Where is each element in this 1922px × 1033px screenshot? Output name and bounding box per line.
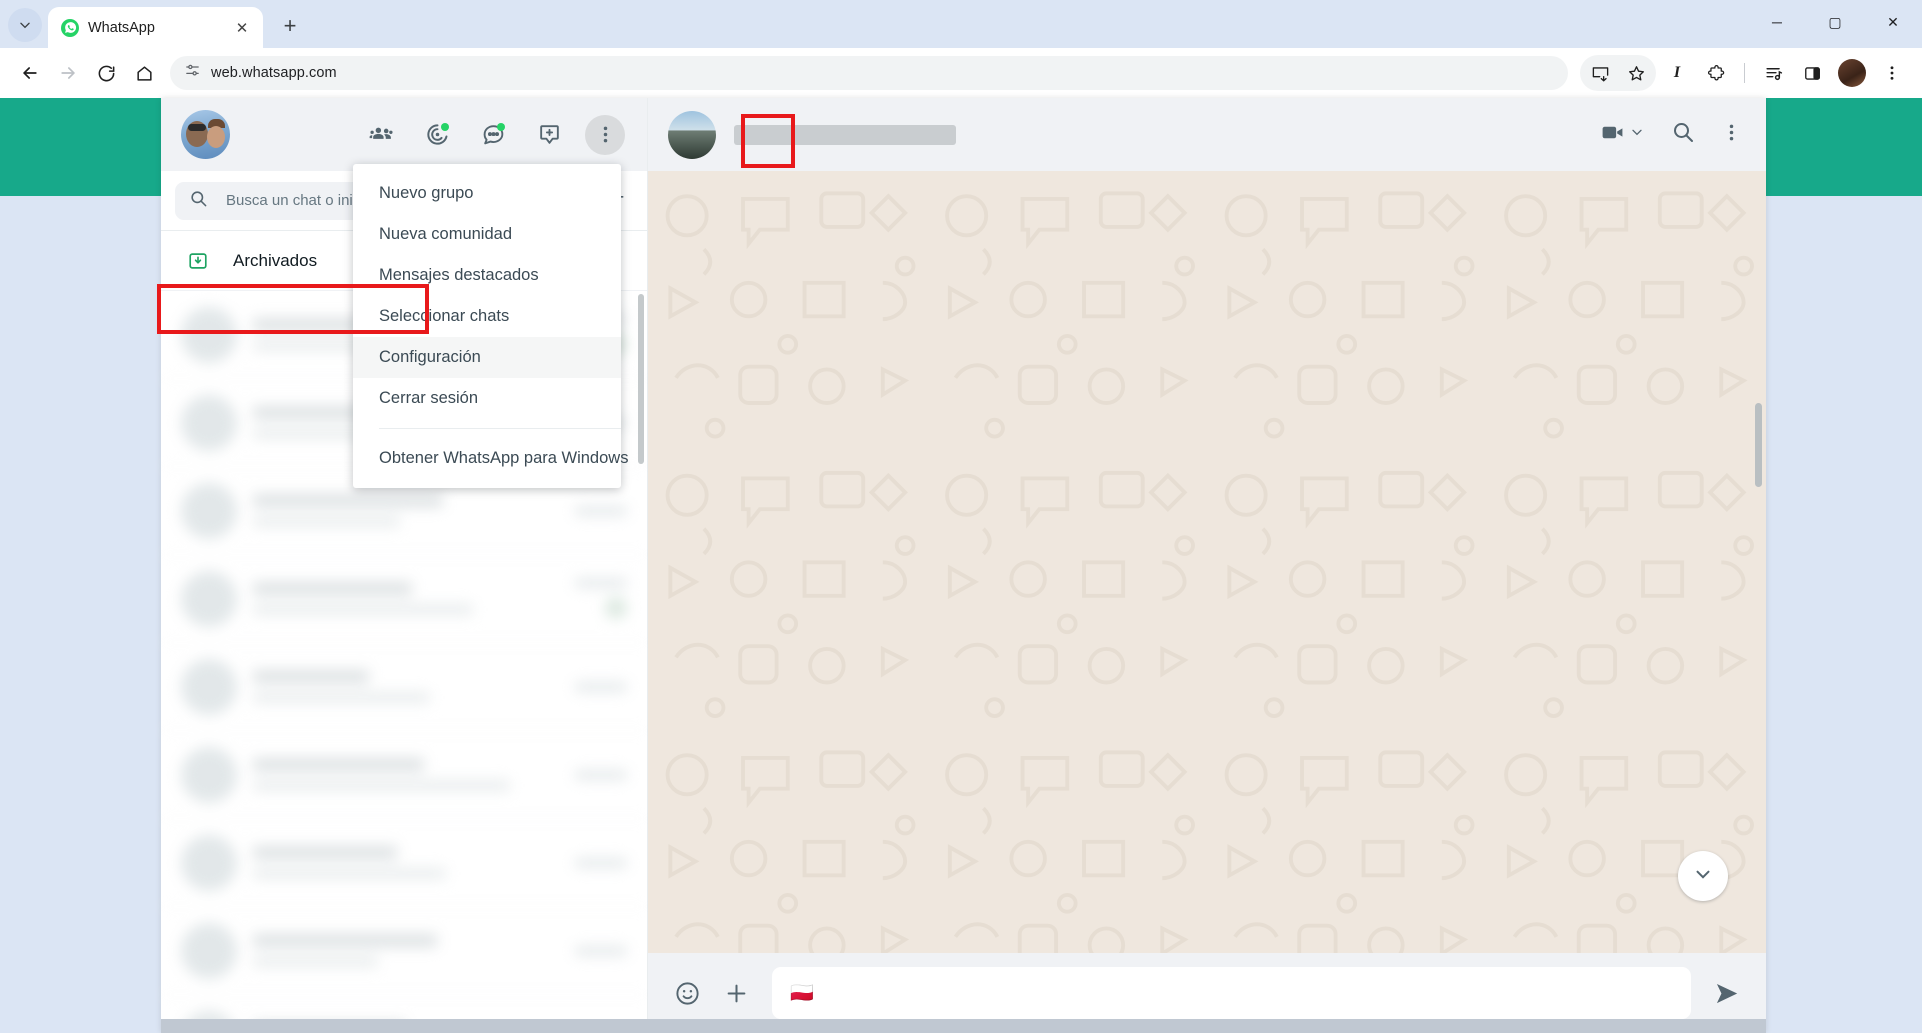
list-item[interactable] [161, 555, 647, 643]
tab-strip: WhatsApp ✕ + ─ ▢ ✕ [0, 0, 1922, 48]
conversation-header [648, 98, 1766, 171]
menu-item-nuevo-grupo[interactable]: Nuevo grupo [353, 173, 621, 214]
menu-icon[interactable] [585, 114, 625, 155]
media-list-icon[interactable] [1755, 55, 1791, 91]
archived-label: Archivados [233, 250, 318, 270]
forward-arrow-icon[interactable] [50, 55, 86, 91]
list-item[interactable] [161, 819, 647, 907]
chat-wallpaper [648, 171, 1766, 953]
back-arrow-icon[interactable] [12, 55, 48, 91]
star-icon[interactable] [1618, 55, 1654, 91]
options-menu: Nuevo grupo Nueva comunidad Mensajes des… [353, 164, 628, 488]
maximize-button[interactable]: ▢ [1806, 0, 1864, 44]
conversation-panel: 19/1/2024 Zauzmy [648, 98, 1766, 1033]
chat-list-panel: Busca un chat o inicia uno nuevo Archiva… [157, 98, 795, 1033]
video-call-button[interactable] [1600, 120, 1645, 150]
menu-item-mensajes-destacados[interactable]: Mensajes destacados [353, 255, 621, 296]
message-area[interactable]: 19/1/2024 Zauzmy [648, 171, 1766, 953]
message-area-scrollbar[interactable] [1755, 403, 1762, 487]
side-panel-icon[interactable] [1794, 55, 1830, 91]
new-chat-icon[interactable] [529, 115, 569, 155]
channels-badge-dot [497, 122, 505, 131]
tab-search-chevron-icon[interactable] [8, 8, 42, 42]
contact-name [734, 124, 956, 145]
menu-item-configuracion[interactable]: Configuración [353, 337, 621, 378]
reload-icon[interactable] [88, 55, 124, 91]
tune-icon[interactable] [184, 62, 201, 84]
list-item[interactable] [161, 907, 647, 995]
profile-avatar[interactable] [1838, 59, 1866, 87]
search-icon [189, 189, 208, 213]
menu-item-obtener-whatsapp-windows[interactable]: Obtener WhatsApp para Windows [353, 438, 628, 479]
menu-item-nueva-comunidad[interactable]: Nueva comunidad [353, 214, 621, 255]
toolbar-divider [1744, 63, 1745, 83]
send-arrow-icon[interactable] [1713, 980, 1740, 1007]
url-text: web.whatsapp.com [211, 65, 337, 81]
chevron-down-icon [1629, 124, 1645, 145]
conversation-search-icon[interactable] [1671, 120, 1695, 149]
user-avatar[interactable] [181, 110, 230, 159]
install-app-icon[interactable] [1582, 55, 1618, 91]
archive-icon [187, 250, 209, 272]
whatsapp-app: Busca un chat o inicia uno nuevo Archiva… [0, 98, 1922, 1033]
minimize-button[interactable]: ─ [1748, 0, 1806, 44]
close-icon[interactable]: ✕ [231, 17, 253, 39]
conversation-menu-icon[interactable] [1721, 122, 1742, 148]
menu-item-seleccionar-chats[interactable]: Seleccionar chats [353, 296, 621, 337]
conversation-header-actions [1600, 120, 1742, 150]
close-window-button[interactable]: ✕ [1864, 0, 1922, 44]
window-controls: ─ ▢ ✕ [1748, 0, 1922, 44]
list-item[interactable] [161, 731, 647, 819]
status-badge-dot [441, 122, 449, 131]
contact-avatar[interactable] [668, 110, 716, 159]
communities-icon[interactable] [361, 115, 401, 155]
channels-icon[interactable] [473, 115, 513, 155]
tab-title: WhatsApp [88, 19, 155, 36]
header-action-icons [361, 114, 625, 155]
status-icon[interactable] [417, 115, 457, 155]
whatsapp-icon [61, 18, 79, 37]
extension-letter: I [1673, 64, 1681, 81]
puzzle-piece-icon[interactable] [1698, 55, 1734, 91]
emoji-smiley-icon[interactable] [674, 980, 701, 1007]
video-camera-icon [1600, 120, 1625, 150]
window-bottom-strip [161, 1019, 1766, 1033]
plus-icon[interactable] [723, 980, 750, 1007]
address-bar[interactable]: web.whatsapp.com [170, 56, 1568, 90]
browser-toolbar: web.whatsapp.com I [0, 48, 1922, 98]
list-item[interactable] [161, 643, 647, 731]
new-tab-button[interactable]: + [273, 9, 307, 43]
italic-extension-icon[interactable]: I [1659, 55, 1695, 91]
browser-window: WhatsApp ✕ + ─ ▢ ✕ web.whatsapp.com I Bu… [0, 0, 1922, 1033]
message-input[interactable]: 🇵🇱 [772, 967, 1691, 1019]
message-input-value: 🇵🇱 [790, 983, 814, 1004]
toolbar-right-actions: I [1580, 55, 1910, 91]
left-panel-header [161, 98, 647, 171]
whatsapp-window: Busca un chat o inicia uno nuevo Archiva… [157, 98, 1766, 1033]
three-dots-vertical-icon[interactable] [1874, 55, 1910, 91]
home-icon[interactable] [126, 55, 162, 91]
chat-list-scrollbar[interactable] [638, 294, 644, 464]
chevron-down-icon [1692, 863, 1714, 890]
menu-item-cerrar-sesion[interactable]: Cerrar sesión [353, 378, 621, 419]
scroll-to-bottom-button[interactable] [1678, 851, 1728, 901]
browser-tab[interactable]: WhatsApp ✕ [48, 7, 263, 48]
menu-separator [379, 428, 621, 429]
